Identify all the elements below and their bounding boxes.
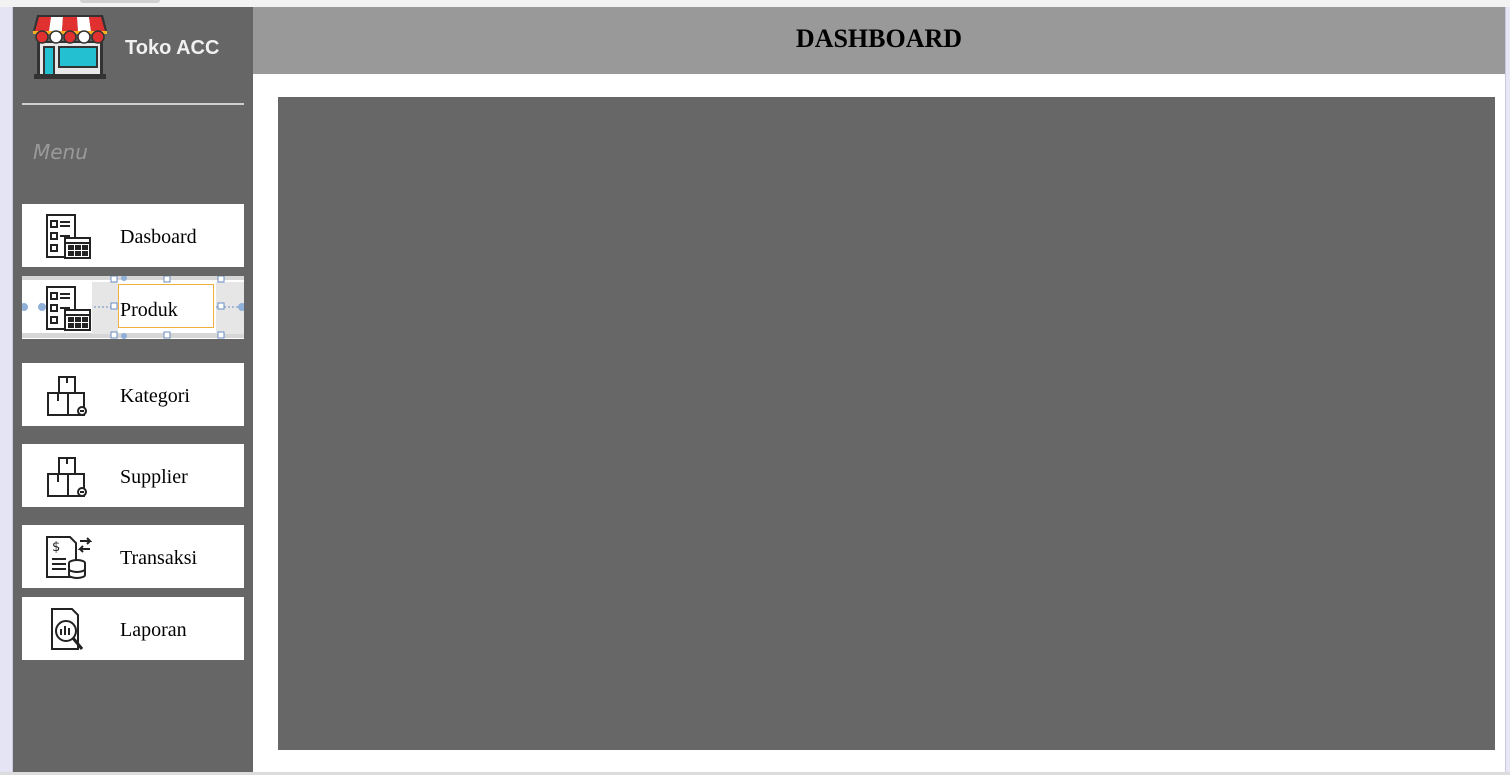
menu-section-label: Menu	[33, 140, 88, 164]
sidebar-item-label: Kategori	[120, 385, 190, 407]
sidebar-item-supplier[interactable]: Supplier	[22, 444, 244, 507]
checklist-calendar-icon	[46, 214, 91, 259]
header-bar: DASHBOARD	[253, 7, 1505, 74]
sidebar-item-label: Laporan	[120, 619, 187, 641]
content-panel[interactable]	[278, 97, 1495, 750]
sidebar-divider	[22, 103, 244, 105]
top-tab-indicator	[80, 0, 160, 3]
sidebar: Toko ACC Menu Dasboard Produk Kategori S…	[13, 7, 253, 772]
sidebar-item-label: Supplier	[120, 466, 188, 488]
sidebar-item-kategori[interactable]: Kategori	[22, 363, 244, 426]
boxes-icon	[47, 376, 87, 416]
sidebar-item-produk[interactable]: Produk	[22, 276, 244, 339]
sidebar-item-label: Produk	[120, 299, 178, 321]
store-logo-icon	[33, 15, 107, 79]
invoice-database-icon: $	[46, 536, 92, 579]
main-content	[253, 74, 1505, 772]
checklist-calendar-icon	[46, 286, 91, 331]
window-right-edge	[1505, 7, 1510, 775]
report-search-icon	[51, 608, 84, 650]
sidebar-item-laporan[interactable]: Laporan	[22, 597, 244, 660]
window-left-edge	[0, 7, 13, 775]
boxes-icon	[47, 457, 87, 497]
sidebar-item-label: Transaksi	[120, 547, 198, 569]
sidebar-item-dasboard[interactable]: Dasboard	[22, 204, 244, 267]
page-title: DASHBOARD	[795, 24, 963, 53]
sidebar-item-transaksi[interactable]: $ Transaksi	[22, 525, 244, 588]
sidebar-item-label: Dasboard	[120, 226, 197, 248]
app-name: Toko ACC	[125, 37, 220, 59]
svg-text:$: $	[52, 540, 60, 555]
